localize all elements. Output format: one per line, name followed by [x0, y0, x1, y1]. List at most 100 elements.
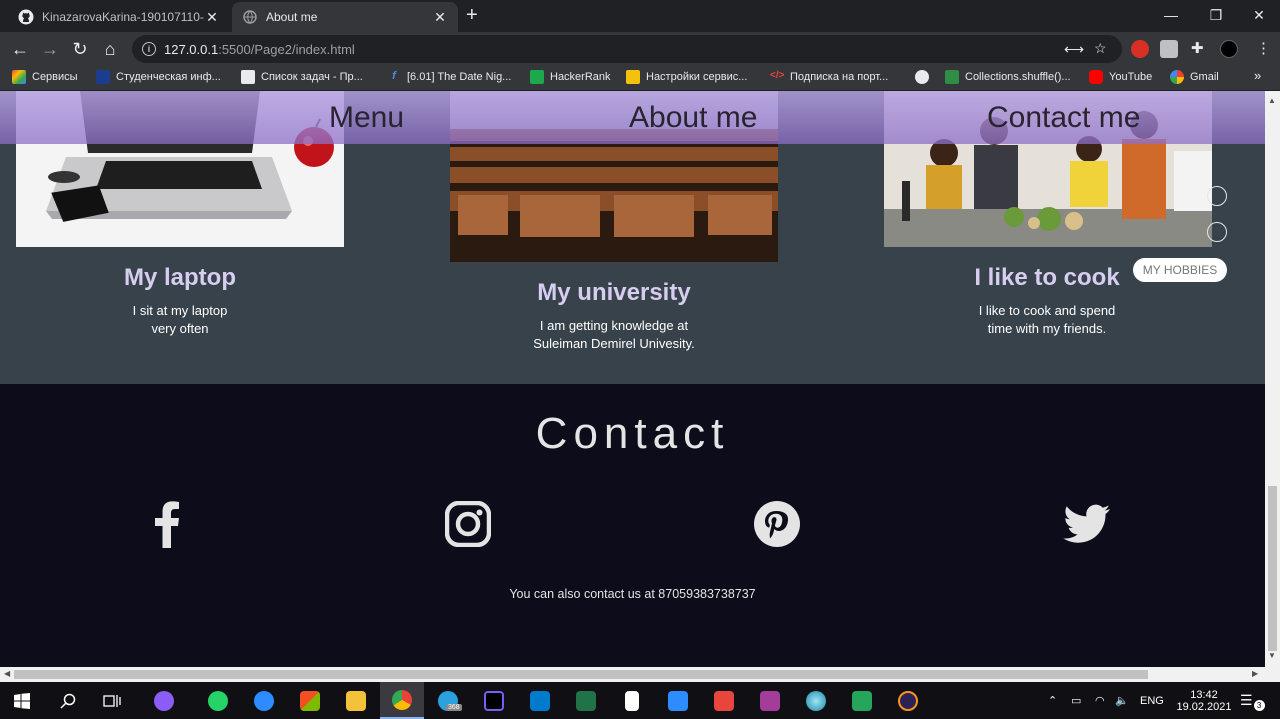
scrollbar-thumb[interactable] [14, 670, 1148, 679]
close-tab-icon[interactable]: ✕ [204, 9, 220, 26]
more-menu-icon[interactable]: ⋮ [1256, 39, 1271, 57]
twitter-icon[interactable] [1062, 499, 1112, 549]
wifi-icon[interactable]: ◠ [1095, 682, 1105, 719]
pinterest-icon[interactable] [752, 499, 802, 549]
scroll-down-icon[interactable]: ▼ [1268, 651, 1276, 660]
scroll-up-icon[interactable]: ▲ [1268, 96, 1276, 105]
miro-icon[interactable] [748, 682, 792, 719]
globe-icon [242, 9, 258, 25]
hobby-text: I like to cook and spend time with my fri… [978, 303, 1116, 336]
volume-icon[interactable]: 🔈 [1115, 682, 1129, 719]
new-tab-button[interactable]: + [466, 5, 478, 25]
browser-app-icon[interactable] [794, 682, 838, 719]
vscode-icon[interactable] [518, 682, 562, 719]
bookmark-item[interactable]: Настройки сервис... [626, 70, 747, 84]
classroom-icon [626, 70, 640, 84]
menu-link-menu[interactable]: Menu [329, 101, 404, 135]
horizontal-scrollbar[interactable]: ◀ ▶ [0, 667, 1280, 682]
bookmark-item[interactable]: </> Подписка на порт... [770, 70, 888, 84]
bookmark-star-icon[interactable]: ☆ [1094, 40, 1107, 57]
apps-grid-icon [12, 70, 26, 84]
hackerrank-icon [530, 70, 544, 84]
bookmark-item[interactable]: Gmail [1170, 70, 1219, 84]
hobby-title: My university [537, 279, 691, 306]
bookmark-item[interactable]: Collections.shuffle()... [945, 70, 1071, 84]
bookmark-item[interactable] [915, 70, 935, 84]
windows-taskbar: 368 ⌃ ▭ ◠ 🔈 ENG 13:42 19.02.2021 ☰ 3 [0, 682, 1280, 719]
tasks-icon [241, 70, 255, 84]
tab-title: About me [266, 10, 318, 24]
menu-link-about-me[interactable]: About me [629, 101, 757, 135]
search-icon[interactable] [46, 682, 90, 719]
tray-chevron-icon[interactable]: ⌃ [1048, 682, 1057, 719]
bookmark-item[interactable]: YouTube [1089, 70, 1152, 84]
tab-github[interactable]: KinazarovaKarina-190107110-we ✕ [8, 2, 230, 32]
bookmark-item[interactable]: f [6.01] The Date Nig... [387, 70, 511, 84]
slider-dot[interactable] [1207, 222, 1227, 242]
bookmark-item[interactable]: Список задач - Пр... [241, 70, 363, 84]
instagram-icon[interactable] [443, 499, 493, 549]
bookmarks-bar: Сервисы Студенческая инф... Список задач… [0, 66, 1280, 91]
zoom-app-icon[interactable] [242, 682, 286, 719]
clock-time: 13:42 [1190, 688, 1218, 701]
bookmark-item[interactable]: HackerRank [530, 70, 611, 84]
notifications-icon[interactable]: ☰ 3 [1240, 682, 1265, 719]
zoom-meetings-icon[interactable] [656, 682, 700, 719]
profile-avatar[interactable] [1220, 40, 1238, 58]
globe-icon [915, 70, 929, 84]
contact-heading: Contact [535, 409, 730, 458]
browser-toolbar: ← → ↻ ⌂ i 127.0.0.1:5500/Page2/index.htm… [0, 32, 1280, 66]
translate-icon[interactable]: ⟷ [1064, 41, 1084, 58]
minimize-icon[interactable]: — [1148, 0, 1194, 30]
terminal-icon[interactable] [840, 682, 884, 719]
home-icon[interactable]: ⌂ [98, 38, 122, 60]
close-tab-icon[interactable]: ✕ [432, 9, 448, 26]
forward-icon[interactable]: → [38, 38, 62, 60]
hobby-card-laptop: My laptop I sit at my laptop very often [40, 264, 320, 338]
page-viewport: MY HOBBIES My laptop I sit at my laptop v… [0, 91, 1265, 667]
clock[interactable]: 13:42 19.02.2021 [1175, 682, 1233, 719]
windows-start-icon[interactable] [0, 682, 44, 719]
reload-icon[interactable]: ↻ [68, 38, 92, 60]
task-view-icon[interactable] [90, 682, 134, 719]
intellij-icon[interactable] [472, 682, 516, 719]
telegram-icon[interactable]: 368 [426, 682, 470, 719]
alice-icon[interactable] [142, 682, 186, 719]
record-app-icon[interactable] [702, 682, 746, 719]
excel-icon[interactable] [564, 682, 608, 719]
chrome-icon[interactable] [380, 682, 424, 719]
slider-dot[interactable] [1207, 186, 1227, 206]
tab-about-me[interactable]: About me ✕ [232, 2, 458, 32]
bookmark-item[interactable]: Сервисы [12, 70, 78, 84]
file-explorer-icon[interactable] [334, 682, 378, 719]
bookmark-item[interactable]: Студенческая инф... [96, 70, 221, 84]
close-window-icon[interactable]: ✕ [1236, 0, 1280, 30]
clock-date: 19.02.2021 [1176, 700, 1232, 713]
facebook-icon[interactable] [142, 499, 192, 549]
eclipse-icon[interactable] [886, 682, 930, 719]
store-icon[interactable] [288, 682, 332, 719]
site-info-icon[interactable]: i [142, 42, 156, 56]
extension-red-icon[interactable] [1131, 40, 1149, 58]
restore-icon[interactable]: ❐ [1193, 0, 1239, 30]
language-indicator[interactable]: ENG [1140, 682, 1164, 719]
scrollbar-thumb[interactable] [1268, 486, 1277, 651]
tab-strip: KinazarovaKarina-190107110-we ✕ About me… [0, 0, 1280, 32]
notebook-icon[interactable] [610, 682, 654, 719]
more-bookmarks-icon[interactable]: » [1254, 68, 1261, 83]
battery-icon[interactable]: ▭ [1071, 682, 1081, 719]
whatsapp-icon[interactable] [196, 682, 240, 719]
contact-note: You can also contact us at 8705938373873… [509, 587, 756, 601]
hobby-card-university: My university I am getting knowledge at S… [474, 279, 754, 353]
address-bar[interactable]: i 127.0.0.1:5500/Page2/index.html ⟷ ☆ [132, 35, 1122, 63]
menu-link-contact-me[interactable]: Contact me [987, 101, 1140, 135]
f-icon: f [392, 70, 396, 82]
scroll-right-icon[interactable]: ▶ [1252, 669, 1258, 678]
hobby-text: I am getting knowledge at Suleiman Demire… [533, 318, 695, 351]
back-icon[interactable]: ← [8, 38, 32, 60]
extensions-puzzle-icon[interactable]: ✚ [1191, 39, 1204, 57]
vertical-scrollbar[interactable]: ▲ ▼ [1265, 91, 1280, 667]
extension-grey-icon[interactable] [1160, 40, 1178, 58]
scroll-left-icon[interactable]: ◀ [4, 669, 10, 678]
hobby-title: My laptop [124, 264, 236, 291]
